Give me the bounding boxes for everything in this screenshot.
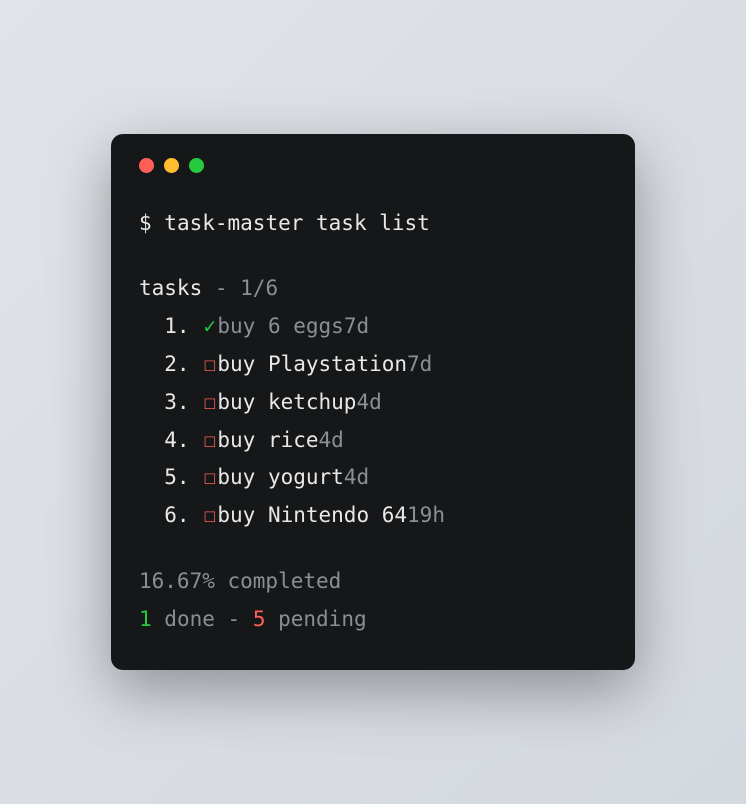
task-age: 7d	[407, 346, 432, 384]
task-text: buy 6 eggs	[217, 308, 343, 346]
task-age: 4d	[319, 422, 344, 460]
task-number-dot: .	[177, 384, 202, 422]
task-number-dot: .	[177, 422, 202, 460]
task-row: 1. ✓ buy 6 eggs 7d	[139, 308, 607, 346]
close-icon[interactable]	[139, 158, 154, 173]
checkbox-icon: ☐	[202, 422, 217, 460]
window-controls	[139, 158, 607, 173]
summary-sep: -	[215, 607, 253, 631]
task-number-dot: .	[177, 308, 202, 346]
checkbox-icon: ☐	[202, 459, 217, 497]
task-text: buy yogurt	[217, 459, 343, 497]
task-number: 6	[139, 497, 177, 535]
task-number-dot: .	[177, 346, 202, 384]
task-number: 5	[139, 459, 177, 497]
command-text: task-master task list	[164, 211, 430, 235]
summary-counts: 1 done - 5 pending	[139, 601, 607, 639]
tasks-progress: 1/6	[240, 276, 278, 300]
task-number: 2	[139, 346, 177, 384]
done-count: 1	[139, 607, 152, 631]
task-text: buy rice	[217, 422, 318, 460]
tasks-label: tasks	[139, 276, 202, 300]
command-line: $ task-master task list	[139, 205, 607, 243]
summary: 16.67% completed 1 done - 5 pending	[139, 563, 607, 639]
task-row: 3. ☐ buy ketchup 4d	[139, 384, 607, 422]
task-age: 7d	[344, 308, 369, 346]
maximize-icon[interactable]	[189, 158, 204, 173]
task-age: 4d	[356, 384, 381, 422]
minimize-icon[interactable]	[164, 158, 179, 173]
task-list: tasks - 1/6 1. ✓ buy 6 eggs 7d 2. ☐ buy …	[139, 270, 607, 535]
checkbox-icon: ☐	[202, 384, 217, 422]
check-icon: ✓	[202, 308, 217, 346]
tasks-header: tasks - 1/6	[139, 270, 607, 308]
task-row: 5. ☐ buy yogurt 4d	[139, 459, 607, 497]
header-sep: -	[202, 276, 240, 300]
task-text: buy Nintendo 64	[217, 497, 407, 535]
task-number: 3	[139, 384, 177, 422]
checkbox-icon: ☐	[202, 497, 217, 535]
task-number-dot: .	[177, 459, 202, 497]
done-label: done	[152, 607, 215, 631]
task-row: 4. ☐ buy rice 4d	[139, 422, 607, 460]
task-text: buy Playstation	[217, 346, 407, 384]
task-number: 1	[139, 308, 177, 346]
task-row: 2. ☐ buy Playstation 7d	[139, 346, 607, 384]
task-number-dot: .	[177, 497, 202, 535]
task-age: 19h	[407, 497, 445, 535]
task-text: buy ketchup	[217, 384, 356, 422]
checkbox-icon: ☐	[202, 346, 217, 384]
pending-count: 5	[253, 607, 266, 631]
task-number: 4	[139, 422, 177, 460]
task-age: 4d	[344, 459, 369, 497]
completion-percent: 16.67% completed	[139, 563, 607, 601]
task-row: 6. ☐ buy Nintendo 64 19h	[139, 497, 607, 535]
prompt-symbol: $	[139, 211, 164, 235]
terminal-window: $ task-master task list tasks - 1/6 1. ✓…	[111, 134, 635, 671]
terminal-content: $ task-master task list tasks - 1/6 1. ✓…	[139, 205, 607, 639]
pending-label: pending	[265, 607, 366, 631]
